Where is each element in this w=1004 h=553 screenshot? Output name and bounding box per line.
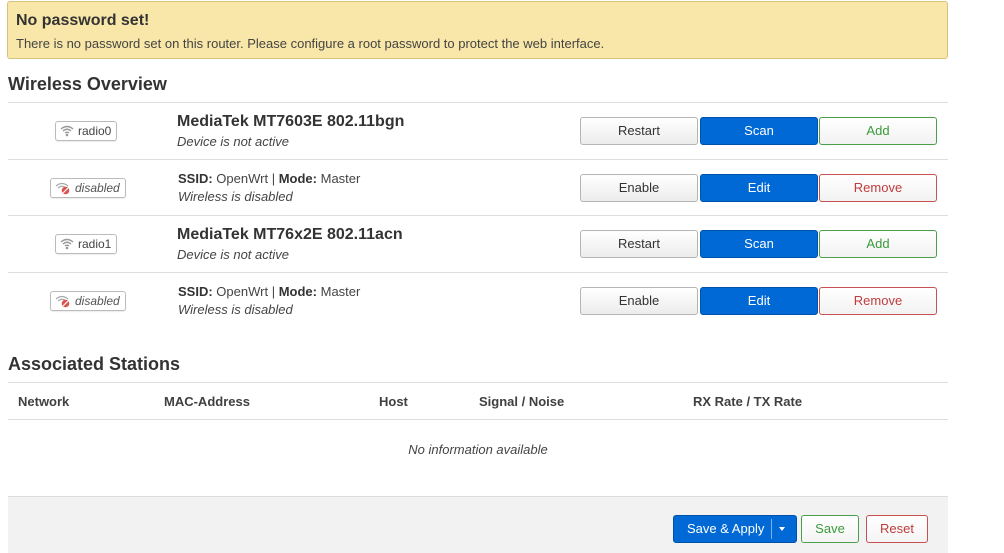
enable-button[interactable]: Enable — [580, 174, 698, 202]
wifi-disabled-icon — [55, 182, 70, 194]
device-row-radio0: radio0 MediaTek MT7603E 802.11bgn Device… — [8, 102, 948, 159]
network-status: Wireless is disabled — [178, 302, 293, 317]
save-apply-label: Save & Apply — [687, 521, 765, 536]
column-network: Network — [18, 394, 70, 409]
separator: | — [271, 284, 276, 299]
network-row-radio0: disabled SSID: OpenWrt | Mode: Master Wi… — [8, 159, 948, 216]
column-host: Host — [379, 394, 408, 409]
device-title: MediaTek MT7603E 802.11bgn — [177, 113, 405, 130]
split-divider — [771, 519, 772, 539]
device-badge-radio0: radio0 — [55, 121, 118, 141]
stations-table-header: Network MAC-Address Host Signal / Noise … — [8, 382, 948, 420]
page-actions-footer: Save & Apply Save Reset — [8, 496, 948, 553]
edit-button[interactable]: Edit — [700, 174, 818, 202]
scan-button[interactable]: Scan — [700, 117, 818, 145]
badge-label: disabled — [75, 181, 120, 195]
wifi-disabled-icon — [55, 295, 70, 307]
add-button[interactable]: Add — [819, 230, 937, 258]
enable-button[interactable]: Enable — [580, 287, 698, 315]
ssid-value: OpenWrt — [216, 284, 269, 299]
column-signal-noise: Signal / Noise — [479, 394, 565, 409]
no-information-message: No information available — [408, 442, 548, 457]
reset-button[interactable]: Reset — [866, 515, 928, 543]
badge-label: radio1 — [78, 237, 112, 251]
ssid-value: OpenWrt — [216, 171, 269, 186]
remove-button[interactable]: Remove — [819, 174, 937, 202]
mode-value: Master — [320, 171, 361, 186]
ssid-label: SSID: — [178, 171, 213, 186]
restart-button[interactable]: Restart — [580, 117, 698, 145]
badge-label: disabled — [75, 294, 120, 308]
wifi-icon — [60, 238, 74, 250]
column-rx-tx-rate: RX Rate / TX Rate — [693, 394, 803, 409]
ssid-label: SSID: — [178, 284, 213, 299]
remove-button[interactable]: Remove — [819, 287, 937, 315]
chevron-down-icon[interactable] — [779, 527, 785, 531]
associated-stations-title: Associated Stations — [8, 354, 181, 374]
device-title: MediaTek MT76x2E 802.11acn — [177, 226, 403, 243]
device-status: Device is not active — [177, 247, 289, 262]
network-badge-disabled: disabled — [50, 178, 126, 198]
scan-button[interactable]: Scan — [700, 230, 818, 258]
network-badge-disabled: disabled — [50, 291, 126, 311]
device-badge-radio1: radio1 — [55, 234, 118, 254]
restart-button[interactable]: Restart — [580, 230, 698, 258]
save-apply-button[interactable]: Save & Apply — [673, 515, 797, 543]
wifi-icon — [60, 125, 74, 137]
badge-label: radio0 — [78, 124, 112, 138]
mode-label: Mode: — [278, 284, 317, 299]
network-info: SSID: OpenWrt | Mode: Master — [178, 284, 360, 299]
wireless-overview-title: Wireless Overview — [8, 74, 167, 94]
mode-label: Mode: — [278, 171, 317, 186]
device-row-radio1: radio1 MediaTek MT76x2E 802.11acn Device… — [8, 215, 948, 272]
device-status: Device is not active — [177, 134, 289, 149]
separator: | — [271, 171, 276, 186]
add-button[interactable]: Add — [819, 117, 937, 145]
column-mac-address: MAC-Address — [164, 394, 250, 409]
save-button[interactable]: Save — [801, 515, 859, 543]
network-info: SSID: OpenWrt | Mode: Master — [178, 171, 360, 186]
edit-button[interactable]: Edit — [700, 287, 818, 315]
network-status: Wireless is disabled — [178, 189, 293, 204]
no-password-alert: No password set! There is no password se… — [7, 1, 948, 59]
mode-value: Master — [320, 284, 361, 299]
network-row-radio1: disabled SSID: OpenWrt | Mode: Master Wi… — [8, 272, 948, 329]
alert-text: There is no password set on this router.… — [16, 36, 605, 51]
alert-title: No password set! — [16, 12, 150, 29]
